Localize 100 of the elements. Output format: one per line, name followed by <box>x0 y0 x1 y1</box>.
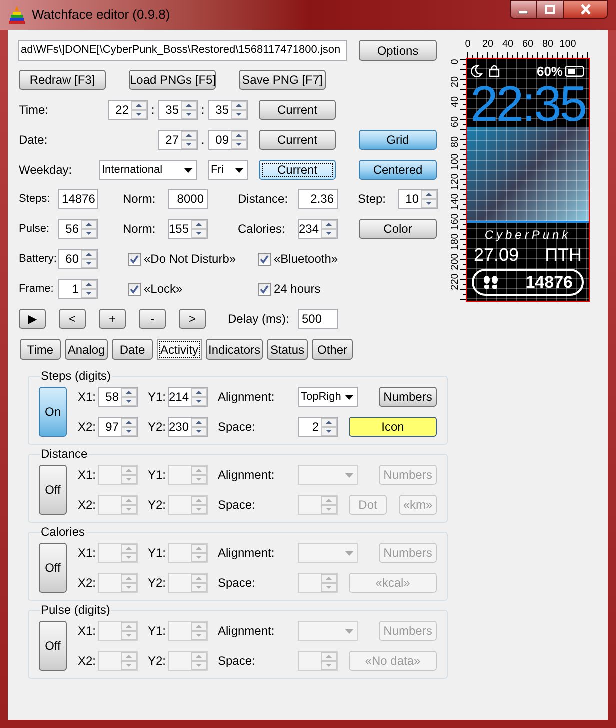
redraw-button[interactable]: Redraw [F3] <box>19 70 106 90</box>
number-field[interactable]: 230 <box>168 417 208 437</box>
number-field[interactable]: 2 <box>298 417 338 437</box>
checkbox[interactable] <box>258 252 271 266</box>
dropdown[interactable]: TopRigh <box>298 387 358 407</box>
toggle-button[interactable]: Grid <box>359 130 437 150</box>
checkbox[interactable] <box>258 282 271 296</box>
spin-buttons[interactable] <box>81 250 97 268</box>
number-field[interactable] <box>98 465 138 485</box>
number-field[interactable] <box>298 573 338 593</box>
text-field[interactable]: 14876 <box>58 189 98 209</box>
current-button[interactable]: Current <box>259 130 336 150</box>
dropdown[interactable]: International <box>99 160 197 180</box>
checkbox[interactable] <box>128 282 141 296</box>
number-field[interactable] <box>168 573 208 593</box>
number-field[interactable]: 58 <box>98 387 138 407</box>
spin-buttons[interactable] <box>321 220 338 238</box>
option-button[interactable]: Icon <box>349 417 437 437</box>
next-button[interactable]: > <box>179 309 206 329</box>
spin-buttons[interactable] <box>191 388 208 406</box>
spin-buttons[interactable] <box>191 418 208 436</box>
checkbox-label[interactable]: 24 hours <box>274 280 321 298</box>
spin-buttons[interactable] <box>181 101 197 119</box>
number-field[interactable] <box>298 651 338 671</box>
add-button[interactable]: + <box>99 309 126 329</box>
number-field[interactable]: 27 <box>158 130 198 150</box>
maximize-icon <box>545 5 555 14</box>
text-field[interactable]: 8000 <box>168 189 208 209</box>
tab[interactable]: Activity <box>157 339 202 360</box>
number-field[interactable]: 214 <box>168 387 208 407</box>
number-field[interactable] <box>168 543 208 563</box>
number-field[interactable]: 35 <box>158 100 198 120</box>
tab[interactable]: Indicators <box>206 339 263 360</box>
numbers-button[interactable]: Numbers <box>379 387 437 407</box>
number-field[interactable] <box>168 621 208 641</box>
spin-buttons[interactable] <box>231 101 247 119</box>
tab[interactable]: Status <box>267 339 308 360</box>
number-field[interactable] <box>98 573 138 593</box>
maximize-button[interactable] <box>537 0 563 19</box>
tab[interactable]: Analog <box>65 339 108 360</box>
number-field[interactable] <box>298 495 338 515</box>
number-field[interactable]: 234 <box>298 219 338 239</box>
number-field[interactable] <box>98 543 138 563</box>
dropdown[interactable] <box>298 465 358 485</box>
text-field[interactable]: 500 <box>298 309 338 329</box>
spin-buttons[interactable] <box>121 388 137 406</box>
spin-buttons[interactable] <box>421 190 437 208</box>
tab[interactable]: Time <box>20 339 61 360</box>
spin-buttons[interactable] <box>231 131 247 149</box>
play-button[interactable]: ▶ <box>19 309 46 329</box>
number-field[interactable] <box>98 651 138 671</box>
toggle-button[interactable]: Centered <box>359 160 437 180</box>
current-button[interactable]: Current <box>259 100 336 120</box>
spin-buttons[interactable] <box>81 280 97 298</box>
close-button[interactable] <box>563 0 608 19</box>
spin-buttons[interactable] <box>321 418 337 436</box>
number-field[interactable]: 09 <box>208 130 248 150</box>
number-field[interactable] <box>168 495 208 515</box>
tab[interactable]: Other <box>312 339 353 360</box>
minimize-button[interactable] <box>510 0 537 19</box>
number-field[interactable]: 60 <box>58 249 98 269</box>
previous-button[interactable]: < <box>59 309 86 329</box>
number-field[interactable] <box>98 621 138 641</box>
remove-button[interactable]: - <box>139 309 166 329</box>
number-field[interactable]: 10 <box>398 189 438 209</box>
spin-buttons[interactable] <box>181 131 197 149</box>
toggle-button[interactable]: Off <box>39 543 67 593</box>
current-button[interactable]: Current <box>259 160 336 180</box>
save-png-button[interactable]: Save PNG [F7] <box>239 70 326 90</box>
dropdown[interactable] <box>298 621 358 641</box>
number-field[interactable]: 35 <box>208 100 248 120</box>
number-field[interactable] <box>98 495 138 515</box>
spin-buttons[interactable] <box>131 101 147 119</box>
checkbox-label[interactable]: «Bluetooth» <box>274 250 338 268</box>
number-field[interactable] <box>168 465 208 485</box>
spin-buttons[interactable] <box>191 220 208 238</box>
color-button[interactable]: Color <box>359 219 437 239</box>
path-field[interactable]: ad\WFs\]DONE[\CyberPunk_Boss\Restored\1568117471800.json <box>18 40 347 61</box>
spin-buttons[interactable] <box>81 220 97 238</box>
load-pngs-button[interactable]: Load PNGs [F5] <box>129 70 216 90</box>
number-field[interactable]: 1 <box>58 279 98 299</box>
text-field[interactable]: 2.36 <box>298 189 338 209</box>
battery-icon <box>565 66 585 76</box>
toggle-button[interactable]: Off <box>39 621 67 671</box>
spin-buttons[interactable] <box>121 418 137 436</box>
number-field[interactable] <box>168 651 208 671</box>
field-label: Y1: <box>148 623 168 640</box>
options-button[interactable]: Options <box>359 40 437 61</box>
dropdown[interactable] <box>298 543 358 563</box>
checkbox-label[interactable]: «Lock» <box>144 280 183 298</box>
toggle-button[interactable]: Off <box>39 465 67 515</box>
toggle-button[interactable]: On <box>39 387 67 437</box>
dropdown[interactable]: Fri <box>208 160 248 180</box>
tab[interactable]: Date <box>112 339 153 360</box>
checkbox-label[interactable]: «Do Not Disturb» <box>144 250 236 268</box>
number-field[interactable]: 22 <box>108 100 148 120</box>
number-field[interactable]: 155 <box>168 219 208 239</box>
checkbox[interactable] <box>128 252 141 266</box>
number-field[interactable]: 97 <box>98 417 138 437</box>
number-field[interactable]: 56 <box>58 219 98 239</box>
